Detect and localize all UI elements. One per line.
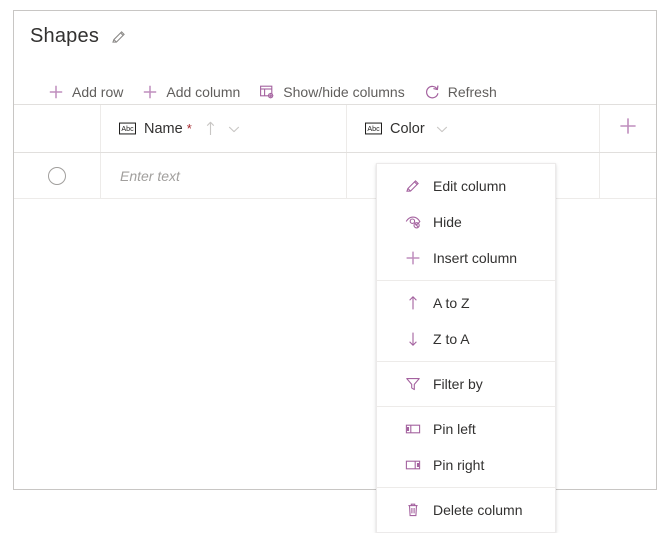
abc-text-type-icon: Abc — [365, 122, 382, 135]
column-name-label: Name — [144, 120, 183, 137]
menu-item-z-to-a[interactable]: Z to A — [377, 321, 555, 357]
name-input[interactable] — [118, 166, 346, 185]
grid-header-row: Abc Name * Abc Color — [14, 104, 656, 153]
menu-item-pin-right[interactable]: Pin right — [377, 447, 555, 483]
menu-label: Pin left — [433, 421, 476, 437]
add-row-button[interactable]: Add row — [40, 80, 134, 104]
table-settings-icon — [259, 84, 275, 100]
menu-separator — [377, 280, 555, 281]
abc-text-type-icon: Abc — [119, 122, 136, 135]
required-indicator: * — [186, 121, 192, 136]
menu-item-insert-column[interactable]: Insert column — [377, 240, 555, 276]
menu-label: Filter by — [433, 376, 483, 392]
eye-hide-icon — [405, 214, 421, 230]
select-all-header-cell — [14, 105, 101, 152]
pencil-icon — [405, 178, 421, 194]
pencil-icon[interactable] — [111, 29, 127, 45]
menu-label: Pin right — [433, 457, 485, 473]
svg-text:Abc: Abc — [121, 125, 134, 133]
sort-ascending-arrow-icon[interactable] — [204, 121, 217, 136]
show-hide-columns-button[interactable]: Show/hide columns — [251, 80, 415, 104]
menu-item-pin-left[interactable]: Pin left — [377, 411, 555, 447]
chevron-down-icon[interactable] — [227, 122, 241, 136]
menu-label: Hide — [433, 214, 462, 230]
column-context-menu: Edit column Hide Insert column A to Z Z … — [376, 163, 556, 533]
data-grid: Abc Name * Abc Color Enter text — [14, 104, 656, 199]
column-header-color[interactable]: Abc Color — [347, 105, 600, 152]
chevron-down-icon[interactable] — [435, 122, 449, 136]
plus-icon — [48, 84, 64, 100]
refresh-button[interactable]: Refresh — [416, 80, 508, 104]
menu-item-a-to-z[interactable]: A to Z — [377, 285, 555, 321]
column-color-label: Color — [390, 120, 425, 137]
column-header-name[interactable]: Abc Name * — [101, 105, 347, 152]
plus-icon — [142, 84, 158, 100]
table-row — [14, 153, 656, 199]
page-title: Shapes — [30, 25, 100, 47]
pin-right-icon — [405, 457, 421, 473]
menu-item-edit-column[interactable]: Edit column — [377, 168, 555, 204]
plus-icon — [618, 116, 638, 141]
refresh-label: Refresh — [447, 84, 497, 100]
menu-separator — [377, 361, 555, 362]
plus-icon — [405, 250, 421, 266]
arrow-down-icon — [405, 331, 421, 347]
svg-text:Abc: Abc — [367, 125, 380, 133]
menu-label: A to Z — [433, 295, 470, 311]
cell-name[interactable] — [101, 153, 347, 198]
arrow-up-icon — [405, 295, 421, 311]
command-bar: Add row Add column Show/hide columns Ref… — [40, 77, 508, 107]
funnel-filter-icon — [405, 376, 421, 392]
trash-delete-icon — [405, 502, 421, 518]
show-hide-columns-label: Show/hide columns — [283, 84, 405, 100]
add-column-label: Add column — [166, 84, 241, 100]
menu-label: Z to A — [433, 331, 470, 347]
add-column-cell-button[interactable] — [600, 105, 656, 152]
menu-separator — [377, 487, 555, 488]
menu-item-filter-by[interactable]: Filter by — [377, 366, 555, 402]
menu-label: Delete column — [433, 502, 523, 518]
radio-circle-icon[interactable] — [48, 166, 66, 185]
refresh-icon — [424, 84, 440, 100]
row-selector-cell[interactable] — [14, 153, 101, 198]
pin-left-icon — [405, 421, 421, 437]
add-row-label: Add row — [72, 84, 124, 100]
menu-separator — [377, 406, 555, 407]
shapes-list-card: Shapes Add row Add column Show/hide colu… — [13, 10, 657, 533]
menu-item-delete-column[interactable]: Delete column — [377, 492, 555, 528]
add-column-button[interactable]: Add column — [134, 80, 251, 104]
menu-label: Edit column — [433, 178, 507, 194]
menu-item-hide[interactable]: Hide — [377, 204, 555, 240]
menu-label: Insert column — [433, 250, 518, 266]
page-title-row: Shapes — [30, 25, 127, 48]
